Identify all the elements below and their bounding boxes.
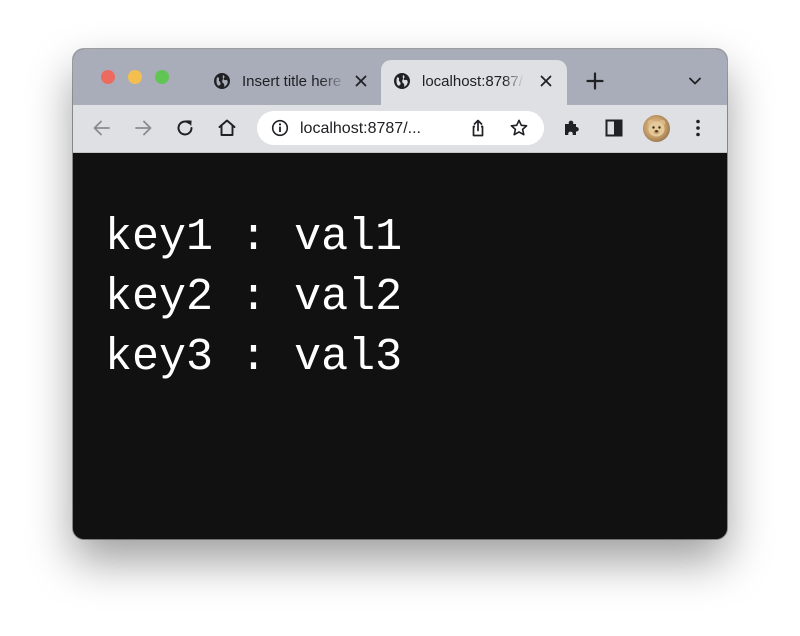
arrow-right-icon[interactable]	[132, 117, 154, 139]
line-value: val2	[294, 272, 403, 323]
line-value: val1	[294, 212, 403, 263]
profile-avatar[interactable]	[643, 115, 670, 142]
reload-icon[interactable]	[174, 117, 196, 139]
address-bar[interactable]: localhost:8787/...	[257, 111, 544, 145]
star-icon[interactable]	[509, 118, 529, 138]
line-key: key1	[105, 212, 214, 263]
tab-title: Insert title here	[242, 73, 342, 90]
tab-localhost[interactable]: localhost:8787/	[381, 60, 567, 105]
tab-title: localhost:8787/	[422, 73, 523, 90]
plus-icon[interactable]	[585, 71, 605, 91]
line-separator: :	[240, 332, 268, 383]
bear-avatar-icon	[647, 119, 666, 137]
share-icon[interactable]	[468, 118, 488, 138]
globe-icon	[214, 73, 230, 89]
home-icon[interactable]	[216, 117, 238, 139]
info-icon[interactable]	[271, 119, 289, 137]
window-close-button[interactable]	[101, 70, 115, 84]
address-url[interactable]: localhost:8787/...	[300, 119, 421, 138]
key-value-line: key2 : val2	[105, 268, 402, 328]
tab-strip: Insert title here localhost:8787/	[73, 49, 727, 105]
window-maximize-button[interactable]	[155, 70, 169, 84]
key-value-line: key3 : val3	[105, 328, 402, 388]
side-panel-icon[interactable]	[603, 117, 625, 139]
puzzle-icon[interactable]	[561, 117, 583, 139]
page-content: key1 : val1 key2 : val2 key3 : val3	[73, 153, 727, 539]
window-minimize-button[interactable]	[128, 70, 142, 84]
arrow-left-icon[interactable]	[91, 117, 113, 139]
close-icon[interactable]	[538, 73, 554, 89]
key-value-line: key1 : val1	[105, 208, 402, 268]
line-key: key3	[105, 332, 214, 383]
key-value-list: key1 : val1 key2 : val2 key3 : val3	[105, 208, 402, 388]
browser-window: Insert title here localhost:8787/ localh…	[73, 49, 727, 539]
line-separator: :	[240, 212, 268, 263]
tab-insert-title[interactable]: Insert title here	[201, 60, 379, 105]
chevron-down-icon[interactable]	[687, 74, 703, 88]
kebab-menu-icon[interactable]	[687, 117, 709, 139]
line-value: val3	[294, 332, 403, 383]
close-icon[interactable]	[353, 73, 369, 89]
globe-icon	[394, 73, 410, 89]
browser-toolbar: localhost:8787/...	[73, 105, 727, 153]
line-key: key2	[105, 272, 214, 323]
line-separator: :	[240, 272, 268, 323]
